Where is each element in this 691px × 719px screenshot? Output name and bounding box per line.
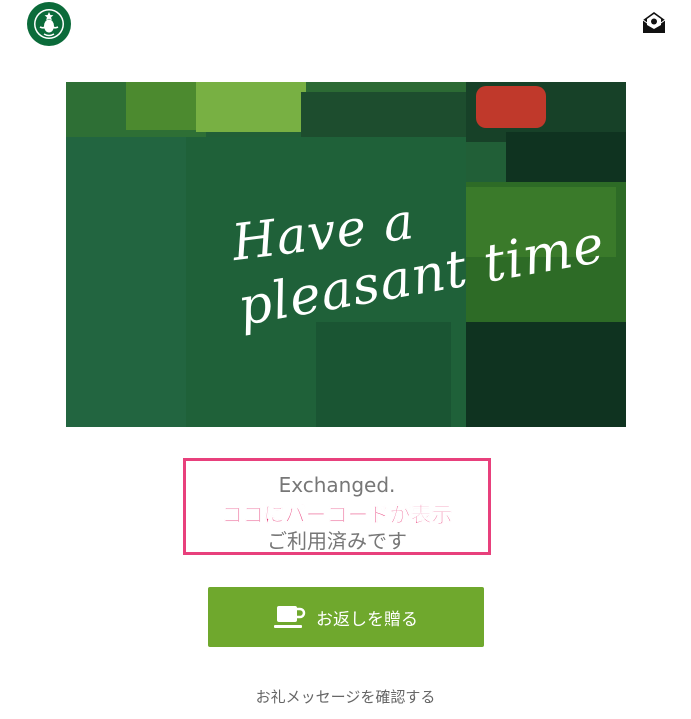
status-used: ご利用済みです — [267, 529, 407, 553]
gift-card-image: Have a pleasant time — [66, 82, 626, 427]
card-message: Have a pleasant time — [66, 82, 626, 427]
send-gift-button[interactable]: お返しを贈る — [208, 587, 484, 647]
view-thanks-message-link[interactable]: お礼メッセージを確認する — [0, 686, 691, 707]
status-exchanged: Exchanged. — [278, 473, 396, 497]
coffee-cup-icon — [274, 604, 306, 630]
send-gift-label: お返しを贈る — [316, 609, 418, 630]
barcode-status-box: Exchanged. ココにバーコードが表示 ご利用済みです — [183, 458, 491, 555]
page: Have a pleasant time Exchanged. ココにバーコード… — [0, 0, 691, 719]
starbucks-logo-icon — [26, 1, 72, 47]
open-envelope-icon[interactable] — [641, 9, 667, 35]
